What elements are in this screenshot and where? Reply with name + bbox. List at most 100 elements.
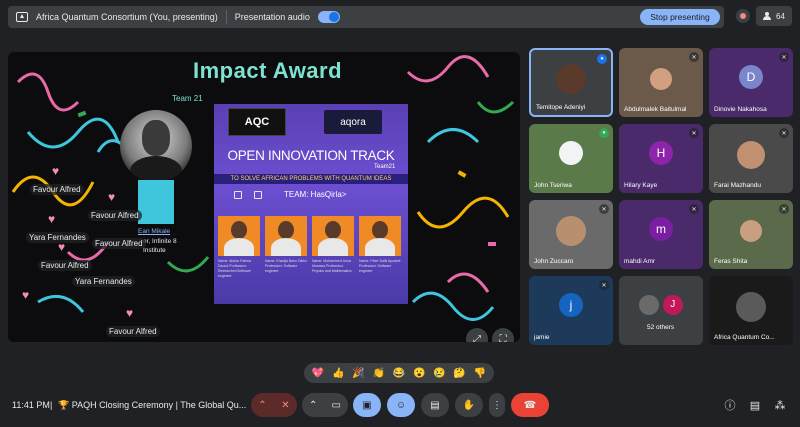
- poster-bio-1: Name: Abdou Fatima Daoud Profession: Res…: [218, 259, 251, 278]
- send-reaction-button[interactable]: ☺: [387, 393, 415, 417]
- sad-emoji[interactable]: 😢: [433, 368, 445, 379]
- participant-tile[interactable]: ● John Tseriwa: [529, 124, 613, 193]
- poster-banner: TO SOLVE AFRICAN PROBLEMS WITH QUANTUM I…: [214, 174, 408, 184]
- poster-team-name: TEAM: HasQirla>: [284, 190, 347, 199]
- leave-call-button[interactable]: ☎: [511, 393, 549, 417]
- poster-media-controls: [228, 188, 288, 202]
- participant-name: Temitope Adeniyi: [536, 104, 586, 111]
- participant-name: Dinovie Nakahosa: [714, 106, 767, 113]
- captions-icon: ▤: [430, 399, 440, 411]
- thinking-emoji[interactable]: 🤔: [453, 368, 465, 379]
- poster-team-small: Team21: [374, 164, 396, 170]
- people-button[interactable]: 64: [756, 6, 792, 26]
- reaction-label: Favour Alfred: [30, 184, 84, 195]
- recording-icon[interactable]: [736, 9, 750, 23]
- participant-tile[interactable]: ✕ John Zuccaro: [529, 200, 613, 269]
- poster-photo-1: [218, 216, 260, 256]
- microphone-control[interactable]: ⌃ ✕: [251, 393, 297, 417]
- winner-role-line-1: er, Infinite 8: [143, 238, 177, 245]
- time-separator: |: [50, 400, 53, 410]
- participant-tile[interactable]: Africa Quantum Co...: [709, 276, 793, 345]
- winner-role-line-2: Institute: [143, 247, 166, 254]
- party-popper-emoji[interactable]: 🎉: [352, 368, 364, 379]
- hang-up-icon: ☎: [523, 399, 537, 411]
- winner-portrait: [120, 110, 192, 182]
- present-now-button[interactable]: ▣: [353, 393, 381, 417]
- thumbs-up-emoji[interactable]: 👍: [332, 368, 344, 379]
- participant-avatar: [559, 140, 583, 165]
- participant-avatar: j: [559, 292, 583, 317]
- participant-avatar: [650, 68, 672, 91]
- chat-icon[interactable]: ▤: [747, 397, 763, 413]
- poster-photo-2: [265, 216, 307, 256]
- participant-avatar: [740, 220, 762, 243]
- participant-count: 64: [776, 11, 785, 21]
- mic-off-icon: ✕: [689, 204, 699, 214]
- team-label: Team 21: [172, 94, 203, 103]
- others-tile[interactable]: J 52 others: [619, 276, 703, 345]
- camera-icon[interactable]: ▭: [332, 400, 341, 411]
- participant-name: Africa Quantum Co...: [714, 334, 775, 341]
- present-screen-icon: [16, 12, 28, 22]
- mic-off-icon: ✕: [689, 128, 699, 138]
- toggle-knob: [328, 12, 339, 22]
- participant-tile[interactable]: H ✕ Hilary Kaye: [619, 124, 703, 193]
- clapping-emoji[interactable]: 👏: [373, 368, 385, 379]
- poster-photo-3: [312, 216, 354, 256]
- more-options-button[interactable]: ⋮: [489, 393, 505, 417]
- participant-avatar: H: [649, 140, 673, 165]
- participant-tile[interactable]: D ✕ Dinovie Nakahosa: [709, 48, 793, 117]
- captions-button[interactable]: ▤: [421, 393, 449, 417]
- participant-name: Feras Shita: [714, 258, 748, 265]
- surprised-emoji[interactable]: 😮: [413, 368, 425, 379]
- portrait-body: [130, 156, 182, 182]
- winner-name-link[interactable]: Ean Mikale: [138, 228, 170, 235]
- activities-icon[interactable]: ⁂: [772, 397, 788, 413]
- trophy-icon: 🏆: [58, 400, 70, 410]
- presentation-audio-toggle[interactable]: [317, 11, 340, 23]
- poster-bio-2: Name: Khadija Banu Dikko Profession: Sof…: [265, 259, 307, 273]
- slide-title: Impact Award: [193, 58, 343, 83]
- mic-off-icon[interactable]: ✕: [281, 400, 289, 411]
- chevron-up-icon[interactable]: ⌃: [258, 400, 266, 411]
- participant-tile[interactable]: ● Temitope Adeniyi: [529, 48, 613, 117]
- participant-name: Abdulmalek Baitulmal: [624, 106, 687, 113]
- reaction-label: Favour Alfred: [106, 326, 160, 337]
- meeting-title-text: PAQH Closing Ceremony | The Global Qu...: [71, 400, 247, 410]
- reaction-label: Yara Fernandes: [72, 276, 135, 287]
- reaction-label: Favour Alfred: [92, 238, 146, 249]
- meeting-details-icon[interactable]: ⓘ: [722, 397, 738, 413]
- present-screen-icon: ▣: [362, 399, 372, 411]
- mute-icon: [234, 191, 242, 199]
- team-poster: AQC aqora OPEN INNOVATION TRACK Team21 T…: [214, 104, 408, 304]
- participant-avatar: D: [739, 64, 763, 89]
- heart-reaction-icon: ♥: [48, 212, 56, 226]
- participant-name: John Zuccaro: [534, 258, 574, 265]
- participant-tile[interactable]: ✕ Farai Mazhandu: [709, 124, 793, 193]
- laughing-emoji[interactable]: 😂: [393, 368, 405, 379]
- participant-tile[interactable]: j ✕ jamie: [529, 276, 613, 345]
- participant-video: [737, 141, 765, 170]
- stop-presenting-button[interactable]: Stop presenting: [640, 9, 720, 25]
- participant-name: Hilary Kaye: [624, 182, 658, 189]
- participant-tile[interactable]: ✕ Feras Shita: [709, 200, 793, 269]
- meeting-title: 🏆 PAQH Closing Ceremony | The Global Qu.…: [58, 400, 246, 411]
- participant-tile[interactable]: m ✕ mahdi Amr: [619, 200, 703, 269]
- participant-name: Farai Mazhandu: [714, 182, 761, 189]
- smile-icon: ☺: [395, 399, 407, 411]
- presentation-stage: Impact Award Team 21 Ean Mikale er, Infi…: [8, 52, 520, 342]
- presenting-bar: Africa Quantum Consortium (You, presenti…: [8, 6, 724, 28]
- chevron-up-icon[interactable]: ⌃: [309, 400, 317, 411]
- sparkling-heart-emoji[interactable]: 💖: [312, 368, 324, 379]
- raise-hand-button[interactable]: ✋: [455, 393, 483, 417]
- thumbs-down-emoji[interactable]: 👎: [474, 368, 486, 379]
- others-avatar-photo: [639, 294, 660, 315]
- participant-tile[interactable]: ✕ Abdulmalek Baitulmal: [619, 48, 703, 117]
- camera-control[interactable]: ⌃ ▭: [302, 393, 348, 417]
- more-vert-icon: ⋮: [492, 399, 502, 411]
- participant-name: mahdi Amr: [624, 258, 656, 265]
- heart-reaction-icon: ♥: [22, 288, 30, 302]
- mic-off-icon: ✕: [779, 128, 789, 138]
- mic-off-icon: ✕: [689, 52, 699, 62]
- reaction-label: Favour Alfred: [38, 260, 92, 271]
